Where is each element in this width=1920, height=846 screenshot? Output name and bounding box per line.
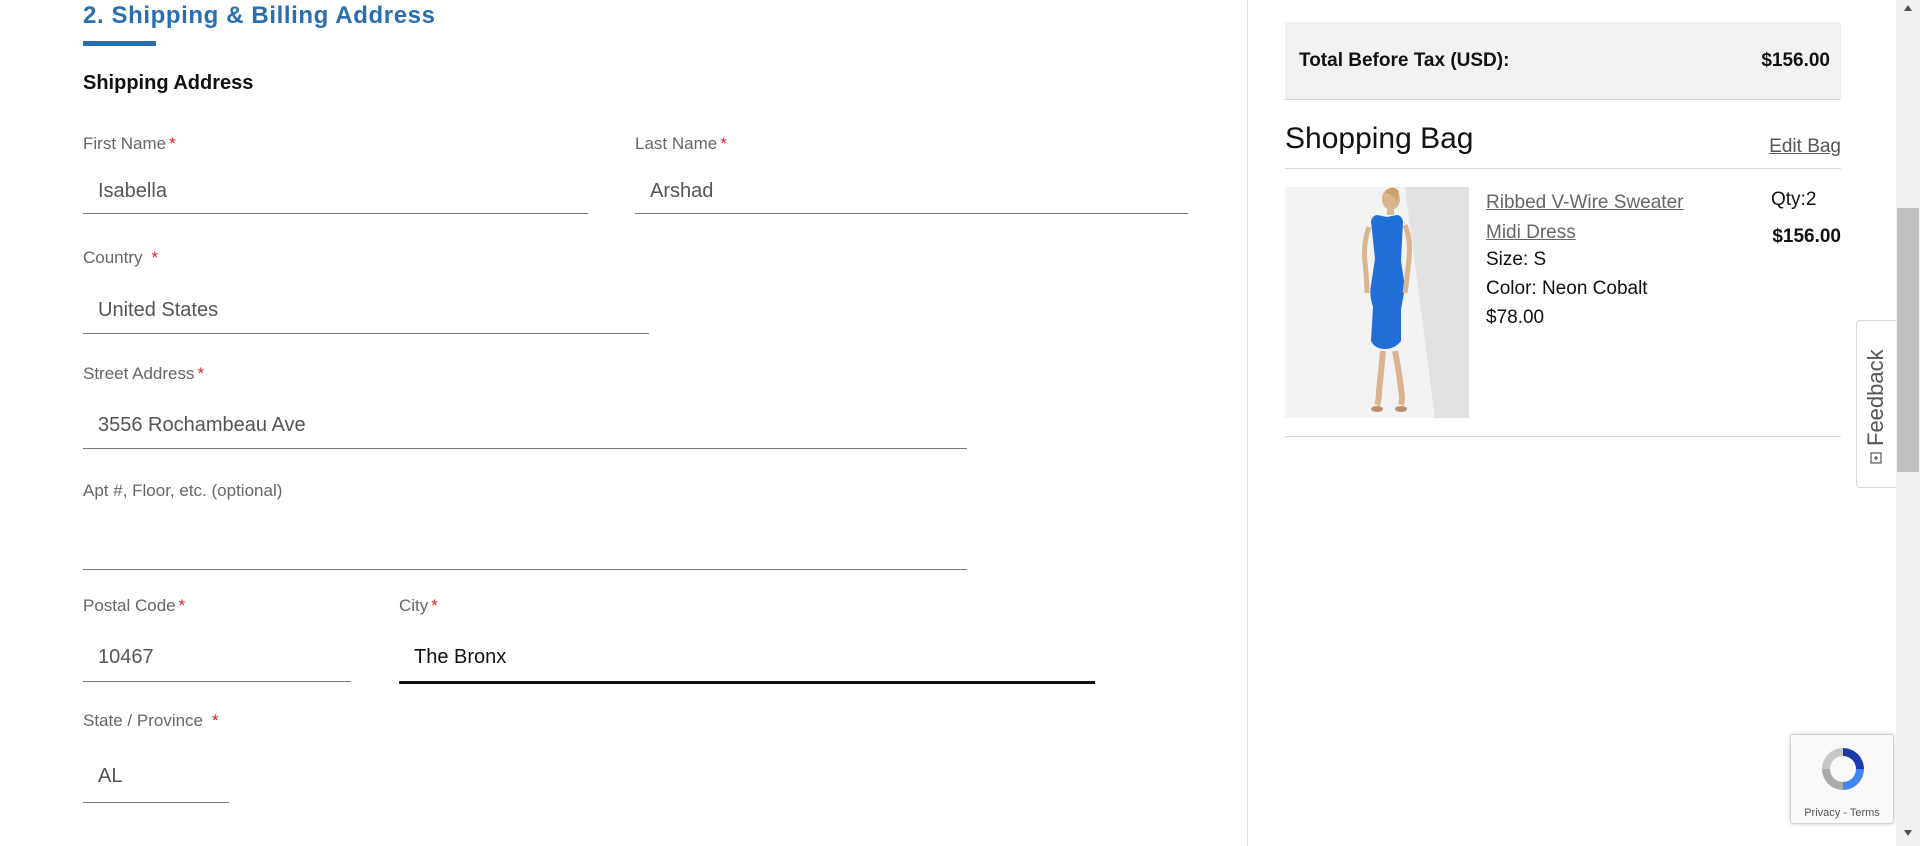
scroll-up-icon[interactable] xyxy=(1903,4,1913,12)
state-label: State / Province xyxy=(83,711,204,730)
feedback-label: Feedback xyxy=(1863,349,1888,446)
recaptcha-separator: - xyxy=(1840,807,1850,819)
total-before-tax-bar: Total Before Tax (USD): $156.00 xyxy=(1285,22,1841,100)
checkout-form: 2. Shipping & Billing Address Shipping A… xyxy=(0,0,1248,846)
state-field: State / Province * xyxy=(83,711,229,805)
postal-code-label: Postal Code xyxy=(83,596,176,615)
order-summary: Total Before Tax (USD): $156.00 Shopping… xyxy=(1248,0,1896,846)
total-value: $156.00 xyxy=(1761,50,1830,71)
postal-code-field: Postal Code * xyxy=(83,596,351,688)
feedback-tab[interactable]: Feedback xyxy=(1856,320,1896,488)
required-mark: * xyxy=(431,596,438,615)
dress-image xyxy=(1285,187,1469,418)
country-field: Country * xyxy=(83,248,649,340)
section-title-underline xyxy=(83,41,156,46)
last-name-field: Last Name * xyxy=(635,134,1188,224)
product-line-total: $156.00 xyxy=(1772,226,1841,247)
recaptcha-terms-link[interactable]: Terms xyxy=(1850,807,1880,819)
city-field: City * xyxy=(399,596,1095,688)
country-select[interactable] xyxy=(83,287,649,334)
product-unit-price: $78.00 xyxy=(1486,307,1545,328)
required-mark: * xyxy=(151,248,159,267)
recaptcha-icon xyxy=(1822,748,1864,790)
shipping-address-heading: Shipping Address xyxy=(83,72,254,94)
scrollbar-thumb[interactable] xyxy=(1897,208,1919,472)
first-name-field: First Name * xyxy=(83,134,588,224)
product-quantity: Qty:2 xyxy=(1771,189,1817,210)
required-mark: * xyxy=(212,711,219,730)
product-divider xyxy=(1285,436,1841,437)
apt-input[interactable] xyxy=(83,518,967,570)
street-address-field: Street Address * xyxy=(83,364,967,456)
required-mark: * xyxy=(169,134,176,153)
postal-code-input[interactable] xyxy=(83,634,351,682)
apt-field: Apt #, Floor, etc. (optional) xyxy=(83,481,967,573)
bag-divider xyxy=(1285,168,1841,169)
street-address-label: Street Address xyxy=(83,364,195,383)
feedback-icon xyxy=(1870,452,1882,464)
product-size: Size: S xyxy=(1486,249,1547,270)
product-color: Color: Neon Cobalt xyxy=(1486,278,1648,299)
last-name-input[interactable] xyxy=(635,170,1188,214)
city-label: City xyxy=(399,596,429,615)
city-input[interactable] xyxy=(399,634,1095,684)
required-mark: * xyxy=(720,134,727,153)
scroll-down-icon[interactable] xyxy=(1903,829,1913,837)
state-select[interactable] xyxy=(83,750,229,803)
last-name-label: Last Name xyxy=(635,134,718,153)
country-label: Country xyxy=(83,248,143,267)
first-name-label: First Name xyxy=(83,134,167,153)
product-name-link[interactable]: Ribbed V-Wire Sweater Midi Dress xyxy=(1486,188,1686,248)
first-name-input[interactable] xyxy=(83,170,588,214)
section-title: 2. Shipping & Billing Address xyxy=(83,2,436,29)
required-mark: * xyxy=(178,596,186,615)
total-label: Total Before Tax (USD): xyxy=(1299,50,1510,71)
apt-label: Apt #, Floor, etc. (optional) xyxy=(83,481,283,500)
street-address-input[interactable] xyxy=(83,402,967,449)
edit-bag-link[interactable]: Edit Bag xyxy=(1769,136,1841,158)
product-image[interactable] xyxy=(1285,187,1469,418)
recaptcha-privacy-link[interactable]: Privacy xyxy=(1804,807,1840,819)
required-mark: * xyxy=(197,364,205,383)
shopping-bag-title: Shopping Bag xyxy=(1285,122,1474,155)
recaptcha-badge[interactable]: Privacy - Terms xyxy=(1790,734,1894,824)
recaptcha-links: Privacy - Terms xyxy=(1791,807,1893,819)
